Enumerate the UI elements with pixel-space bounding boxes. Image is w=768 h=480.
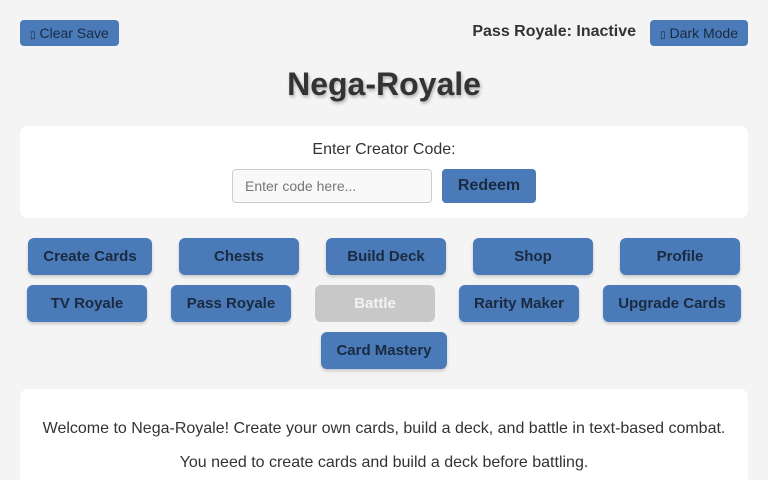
upgrade-cards-button[interactable]: Upgrade Cards [603, 285, 741, 322]
create-cards-button[interactable]: Create Cards [28, 238, 152, 275]
shop-button[interactable]: Shop [473, 238, 593, 275]
dark-mode-button[interactable]: ▯ Dark Mode [650, 20, 748, 46]
build-deck-button[interactable]: Build Deck [326, 238, 446, 275]
creator-code-input[interactable] [232, 169, 432, 203]
creator-code-panel: Enter Creator Code: Redeem [20, 126, 748, 218]
creator-code-label: Enter Creator Code: [312, 141, 456, 158]
chests-button[interactable]: Chests [179, 238, 299, 275]
redeem-button[interactable]: Redeem [442, 169, 536, 203]
trash-icon: ▯ [30, 30, 36, 41]
clear-save-label: Clear Save [39, 25, 109, 41]
dark-mode-label: Dark Mode [669, 25, 738, 41]
app-page: ▯ Clear Save Pass Royale: Inactive ▯ Dark … [0, 0, 768, 480]
pass-royale-status: Pass Royale: Inactive [472, 23, 636, 40]
clear-save-button[interactable]: ▯ Clear Save [20, 20, 119, 46]
welcome-text: Welcome to Nega-Royale! Create your own … [42, 420, 726, 437]
moon-icon: ▯ [660, 30, 666, 41]
rarity-maker-button[interactable]: Rarity Maker [459, 285, 579, 322]
profile-button[interactable]: Profile [620, 238, 740, 275]
welcome-panel: Welcome to Nega-Royale! Create your own … [20, 389, 748, 480]
battle-button[interactable]: Battle [315, 285, 435, 322]
battle-hint-text: You need to create cards and build a dec… [179, 454, 589, 471]
pass-royale-button[interactable]: Pass Royale [171, 285, 291, 322]
tv-royale-button[interactable]: TV Royale [27, 285, 147, 322]
card-mastery-button[interactable]: Card Mastery [321, 332, 447, 369]
page-title: Nega-Royale [287, 66, 481, 102]
